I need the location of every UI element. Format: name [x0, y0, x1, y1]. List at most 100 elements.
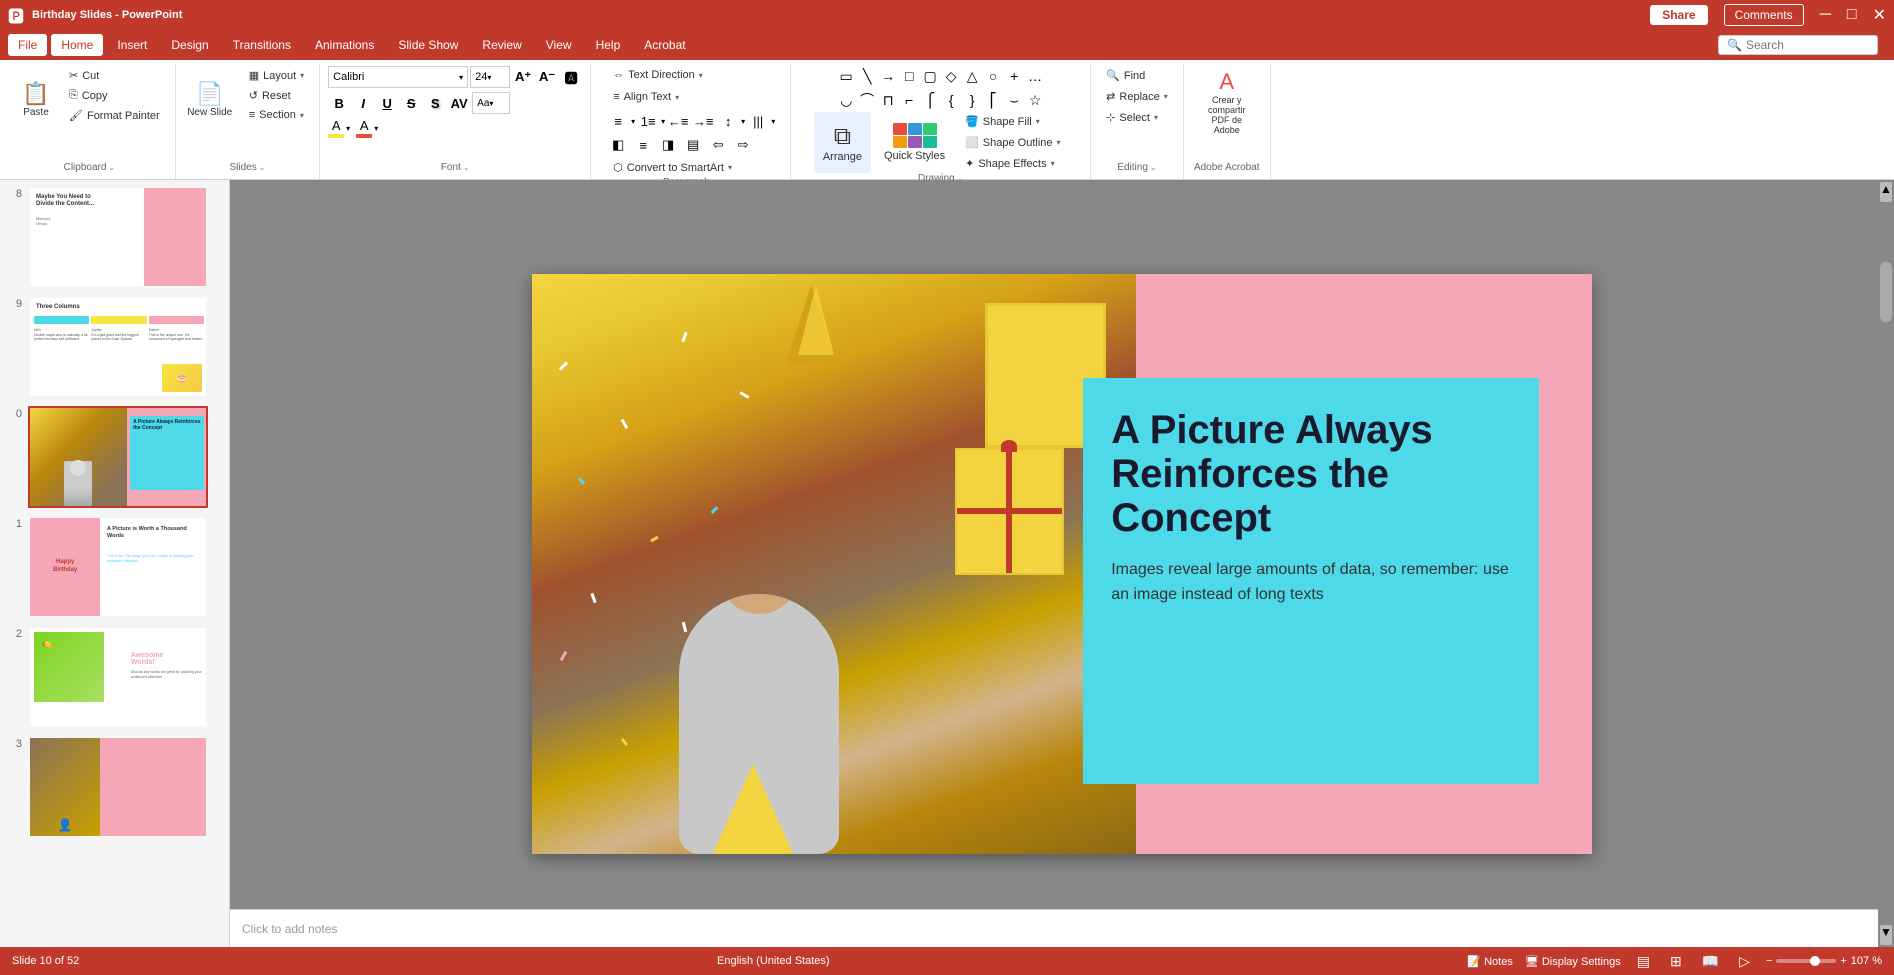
- decrease-indent-button[interactable]: ←≡: [666, 110, 690, 132]
- cut-button[interactable]: ✂ Cut: [62, 66, 167, 85]
- shape-c9[interactable]: ⌣: [1004, 90, 1024, 110]
- scroll-down-arrow[interactable]: ▼: [1880, 925, 1892, 945]
- align-text-button[interactable]: ≡ Align Text ▾: [606, 88, 686, 106]
- reset-button[interactable]: ↺ Reset: [242, 86, 311, 105]
- shape-more[interactable]: …: [1025, 66, 1045, 86]
- close-button[interactable]: ✕: [1873, 5, 1886, 25]
- shape-outline-button[interactable]: ⬜ Shape Outline ▾: [958, 133, 1067, 152]
- align-center-button[interactable]: ≡: [631, 134, 655, 156]
- slide-thumb-9[interactable]: 9 Three Columns He'sDouble major who is …: [4, 294, 225, 400]
- justify-button[interactable]: ▤: [681, 134, 705, 156]
- font-color-dropdown-arrow[interactable]: ▾: [374, 124, 378, 133]
- numbering-arrow[interactable]: ▾: [661, 117, 665, 126]
- convert-smartart-button[interactable]: ⬡ Convert to SmartArt ▾: [606, 158, 739, 177]
- shape-c2[interactable]: ⌒: [857, 90, 877, 110]
- zoom-slider-thumb[interactable]: [1810, 956, 1820, 966]
- case-dropdown[interactable]: Aa ▾: [472, 92, 510, 114]
- slide-thumb-11[interactable]: 1 HappyBirthday A Picture is Worth a Tho…: [4, 514, 225, 620]
- shape-c1[interactable]: ◡: [836, 90, 856, 110]
- share-button[interactable]: Share: [1650, 5, 1707, 25]
- zoom-slider[interactable]: [1776, 959, 1836, 963]
- shape-plus[interactable]: +: [1004, 66, 1024, 86]
- highlight-dropdown-arrow[interactable]: ▾: [346, 124, 350, 133]
- bullets-arrow[interactable]: ▾: [631, 117, 635, 126]
- scroll-up-arrow[interactable]: ▲: [1880, 182, 1892, 202]
- slide-preview-11[interactable]: HappyBirthday A Picture is Worth a Thous…: [28, 516, 208, 618]
- decrease-font-button[interactable]: A⁻: [536, 66, 558, 88]
- slide-preview-12[interactable]: 🍋 AwesomeWords! Discuss key words are gr…: [28, 626, 208, 728]
- menu-item-acrobat[interactable]: Acrobat: [634, 34, 695, 56]
- menu-item-help[interactable]: Help: [586, 34, 631, 56]
- notes-area[interactable]: Click to add notes: [230, 909, 1878, 947]
- shape-circle[interactable]: ○: [983, 66, 1003, 86]
- line-spacing-button[interactable]: ↕: [716, 110, 740, 132]
- section-button[interactable]: ≡ Section ▾: [242, 106, 311, 124]
- menu-item-transitions[interactable]: Transitions: [223, 34, 301, 56]
- paste-button[interactable]: 📋 Paste: [12, 66, 60, 134]
- shadow-button[interactable]: S: [424, 92, 446, 114]
- search-input[interactable]: [1746, 38, 1846, 52]
- find-button[interactable]: 🔍 Find: [1099, 66, 1152, 85]
- font-size-dropdown[interactable]: 24 ▾: [470, 66, 510, 88]
- menu-item-slideshow[interactable]: Slide Show: [388, 34, 468, 56]
- shape-c6[interactable]: {: [941, 90, 961, 110]
- minimize-button[interactable]: ─: [1820, 6, 1831, 24]
- slide-preview-9[interactable]: Three Columns He'sDouble major who is na…: [28, 296, 208, 398]
- columns-arrow[interactable]: ▾: [771, 117, 775, 126]
- display-settings-button[interactable]: 🖥 Display Settings: [1525, 955, 1621, 968]
- editing-expand-icon[interactable]: ⌄: [1150, 163, 1157, 172]
- italic-button[interactable]: I: [352, 92, 374, 114]
- adobe-create-button[interactable]: A Crear y compartir PDF de Adobe: [1192, 66, 1262, 140]
- char-spacing-button[interactable]: AV: [448, 92, 470, 114]
- slide-text-box[interactable]: A Picture Always Reinforces the Concept …: [1083, 378, 1539, 784]
- font-color-button[interactable]: A: [356, 118, 372, 138]
- reading-view-button[interactable]: 📖: [1698, 951, 1723, 972]
- slides-expand-icon[interactable]: ⌄: [259, 163, 266, 172]
- shape-effects-button[interactable]: ✦ Shape Effects ▾: [958, 154, 1067, 173]
- shape-arrow-right[interactable]: →: [878, 66, 898, 86]
- menu-item-animations[interactable]: Animations: [305, 34, 384, 56]
- menu-item-file[interactable]: File: [8, 34, 47, 56]
- bullets-button[interactable]: ≡: [606, 110, 630, 132]
- shape-square[interactable]: □: [899, 66, 919, 86]
- arrange-button[interactable]: ⧉ Arrange: [814, 112, 871, 173]
- menu-item-review[interactable]: Review: [472, 34, 531, 56]
- increase-font-button[interactable]: A⁺: [512, 66, 534, 88]
- layout-button[interactable]: ▦ Layout ▾: [242, 66, 311, 85]
- copy-button[interactable]: ⎘ Copy: [62, 86, 167, 105]
- select-button[interactable]: ⊹ Select ▾: [1099, 108, 1165, 127]
- line-spacing-arrow[interactable]: ▾: [741, 117, 745, 126]
- clipboard-expand-icon[interactable]: ⌄: [108, 163, 115, 172]
- increase-indent-button[interactable]: →≡: [691, 110, 715, 132]
- comments-button[interactable]: Comments: [1724, 4, 1804, 26]
- slide-thumb-10[interactable]: 0 A Picture Always Reinforces the Concep…: [4, 404, 225, 510]
- shape-fill-button[interactable]: 🪣 Shape Fill ▾: [958, 112, 1067, 131]
- menu-item-view[interactable]: View: [536, 34, 582, 56]
- align-left-button[interactable]: ◧: [606, 134, 630, 156]
- notes-button[interactable]: 📝 Notes: [1467, 955, 1513, 968]
- replace-button[interactable]: ⇄ Replace ▾: [1099, 87, 1175, 106]
- menu-item-home[interactable]: Home: [51, 34, 103, 56]
- underline-button[interactable]: U: [376, 92, 398, 114]
- shape-rect[interactable]: ▭: [836, 66, 856, 86]
- shape-c4[interactable]: ⌐: [899, 90, 919, 110]
- slide-thumb-13[interactable]: 3 👤: [4, 734, 225, 840]
- shape-c5[interactable]: ⎧: [920, 90, 940, 110]
- bold-button[interactable]: B: [328, 92, 350, 114]
- zoom-in-button[interactable]: +: [1840, 955, 1846, 967]
- new-slide-button[interactable]: 📄 New Slide: [184, 66, 236, 134]
- slide-sorter-button[interactable]: ⊞: [1666, 951, 1686, 972]
- quick-styles-button[interactable]: Quick Styles: [875, 112, 954, 173]
- shape-c3[interactable]: ⊓: [878, 90, 898, 110]
- slide-scrollbar[interactable]: ▲ ▼: [1878, 180, 1894, 947]
- shape-line[interactable]: ╲: [857, 66, 877, 86]
- rtl-button[interactable]: ⇦: [706, 134, 730, 156]
- ltr-button[interactable]: ⇨: [731, 134, 755, 156]
- slide-preview-8[interactable]: Maybe You Need to Divide the Content... …: [28, 186, 208, 288]
- shape-diamond[interactable]: ◇: [941, 66, 961, 86]
- shape-round-rect[interactable]: ▢: [920, 66, 940, 86]
- strikethrough-button[interactable]: S: [400, 92, 422, 114]
- text-direction-button[interactable]: ⇔ Text Direction ▾: [606, 66, 710, 84]
- shape-c8[interactable]: ⎡: [983, 90, 1003, 110]
- highlight-color-button[interactable]: A: [328, 118, 344, 138]
